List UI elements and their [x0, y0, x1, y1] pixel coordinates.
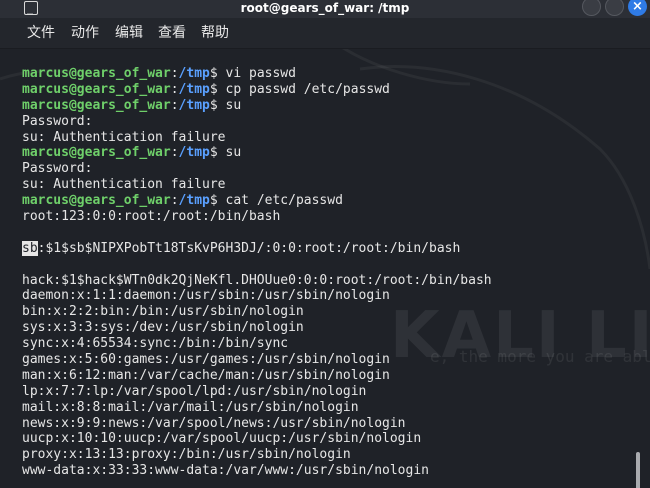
- output-text: su: Authentication failure: [22, 177, 226, 193]
- output-line: proxy:x:13:13:proxy:/bin:/usr/sbin/nolog…: [22, 447, 492, 463]
- output-line: lp:x:7:7:lp:/var/spool/lpd:/usr/sbin/nol…: [22, 384, 492, 400]
- prompt-path: /tmp: [178, 66, 210, 81]
- title-bar: _ root@gears_of_war: /tmp ×: [0, 0, 650, 18]
- scrollbar-thumb[interactable]: [636, 452, 640, 488]
- output-text: root:123:0:0:root:/root:/bin/bash: [22, 209, 281, 225]
- prompt-path: /tmp: [178, 97, 210, 113]
- output-text: man:x:6:12:man:/var/cache/man:/usr/sbin/…: [22, 367, 390, 383]
- output-line: news:x:9:9:news:/var/spool/news:/usr/sbi…: [22, 416, 492, 432]
- output-line: hack:$1$hack$WTn0dk2QjNeKfl.DHOUue0:0:0:…: [22, 273, 492, 289]
- prompt-line: marcus@gears_of_war:/tmp$ cat /etc/passw…: [22, 193, 492, 209]
- prompt-sign: $: [209, 97, 226, 113]
- command-text: vi passwd: [225, 66, 296, 81]
- prompt-separator: :: [170, 81, 179, 97]
- prompt-path: /tmp: [178, 145, 210, 161]
- output-line: su: Authentication failure: [22, 130, 492, 146]
- output-line: sync:x:4:65534:sync:/bin:/bin/sync: [22, 336, 492, 352]
- output-text: :$1$sb$NIPXPobTt18TsKvP6H3DJ/:0:0:root:/…: [37, 240, 461, 256]
- prompt-sign: $: [209, 145, 226, 161]
- output-text: daemon:x:1:1:daemon:/usr/sbin:/usr/sbin/…: [22, 288, 390, 304]
- prompt-line: marcus@gears_of_war:/tmp$ cp passwd /etc…: [22, 82, 492, 98]
- output-text: Password:: [22, 161, 93, 177]
- prompt-separator: :: [170, 193, 179, 209]
- terminal-lines: marcus@gears_of_war:/tmp$ vi passwd marcu…: [22, 66, 492, 479]
- menu-edit[interactable]: 编辑: [115, 24, 143, 42]
- menu-view[interactable]: 查看: [158, 24, 186, 42]
- output-text: sys:x:3:3:sys:/dev:/usr/sbin/nologin: [22, 320, 304, 336]
- output-line: uucp:x:10:10:uucp:/var/spool/uucp:/usr/s…: [22, 431, 492, 447]
- menu-action[interactable]: 动作: [71, 24, 99, 42]
- prompt-user: marcus@gears_of_war: [22, 97, 171, 113]
- output-line: mail:x:8:8:mail:/var/mail:/usr/sbin/nolo…: [22, 400, 492, 416]
- output-text: games:x:5:60:games:/usr/games:/usr/sbin/…: [22, 352, 390, 368]
- output-line: Password:: [22, 114, 492, 130]
- output-text: proxy:x:13:13:proxy:/bin:/usr/sbin/nolog…: [22, 447, 351, 463]
- output-line: man:x:6:12:man:/var/cache/man:/usr/sbin/…: [22, 368, 492, 384]
- prompt-sign: $: [209, 81, 226, 97]
- prompt-separator: :: [170, 97, 179, 113]
- prompt-line: marcus@gears_of_war:/tmp$ su: [22, 145, 492, 161]
- output-line: games:x:5:60:games:/usr/games:/usr/sbin/…: [22, 352, 492, 368]
- output-text: su: Authentication failure: [22, 129, 226, 145]
- output-line: bin:x:2:2:bin:/bin:/usr/sbin/nologin: [22, 304, 492, 320]
- output-line: Password:: [22, 161, 492, 177]
- command-text: cp passwd /etc/passwd: [225, 81, 390, 97]
- menu-help[interactable]: 帮助: [201, 24, 229, 42]
- output-text: bin:x:2:2:bin:/bin:/usr/sbin/nologin: [22, 304, 304, 320]
- output-line: daemon:x:1:1:daemon:/usr/sbin:/usr/sbin/…: [22, 288, 492, 304]
- prompt-line: marcus@gears_of_war:/tmp$ su: [22, 98, 492, 114]
- prompt-user: marcus@gears_of_war: [22, 145, 171, 161]
- output-line: sb:$1$sb$NIPXPobTt18TsKvP6H3DJ/:0:0:root…: [22, 240, 492, 257]
- prompt-user: marcus@gears_of_war: [22, 66, 171, 81]
- prompt-sign: $: [209, 193, 226, 209]
- prompt-separator: :: [170, 66, 179, 81]
- output-line: sys:x:3:3:sys:/dev:/usr/sbin/nologin: [22, 320, 492, 336]
- menu-file[interactable]: 文件: [27, 24, 55, 42]
- output-text: hack:$1$hack$WTn0dk2QjNeKfl.DHOUue0:0:0:…: [22, 272, 492, 288]
- output-text: news:x:9:9:news:/var/spool/news:/usr/sbi…: [22, 415, 406, 431]
- selected-text: sb: [22, 240, 38, 256]
- prompt-path: /tmp: [178, 193, 210, 209]
- output-line: root:123:0:0:root:/root:/bin/bash: [22, 209, 492, 225]
- command-text: su: [225, 97, 242, 113]
- prompt-user: marcus@gears_of_war: [22, 81, 171, 97]
- output-text: mail:x:8:8:mail:/var/mail:/usr/sbin/nolo…: [22, 399, 359, 415]
- output-text: lp:x:7:7:lp:/var/spool/lpd:/usr/sbin/nol…: [22, 383, 367, 399]
- output-line: su: Authentication failure: [22, 177, 492, 193]
- prompt-line: marcus@gears_of_war:/tmp$ vi passwd: [22, 66, 492, 82]
- output-text: www-data:x:33:33:www-data:/var/www:/usr/…: [22, 463, 429, 479]
- prompt-separator: :: [170, 145, 179, 161]
- terminal-output[interactable]: KALI LINU e, the more you are able marcu…: [0, 49, 650, 488]
- output-text: Password:: [22, 113, 93, 129]
- prompt-path: /tmp: [178, 81, 210, 97]
- command-text: su: [225, 145, 242, 161]
- command-text: cat /etc/passwd: [225, 193, 343, 209]
- prompt-user: marcus@gears_of_war: [22, 193, 171, 209]
- output-line: www-data:x:33:33:www-data:/var/www:/usr/…: [22, 463, 492, 479]
- output-text: sync:x:4:65534:sync:/bin:/bin/sync: [22, 336, 289, 352]
- prompt-sign: $: [209, 66, 226, 81]
- output-text: uucp:x:10:10:uucp:/var/spool/uucp:/usr/s…: [22, 431, 422, 447]
- window-title: root@gears_of_war: /tmp: [240, 1, 410, 15]
- menu-bar: 文件 动作 编辑 查看 帮助: [0, 18, 650, 49]
